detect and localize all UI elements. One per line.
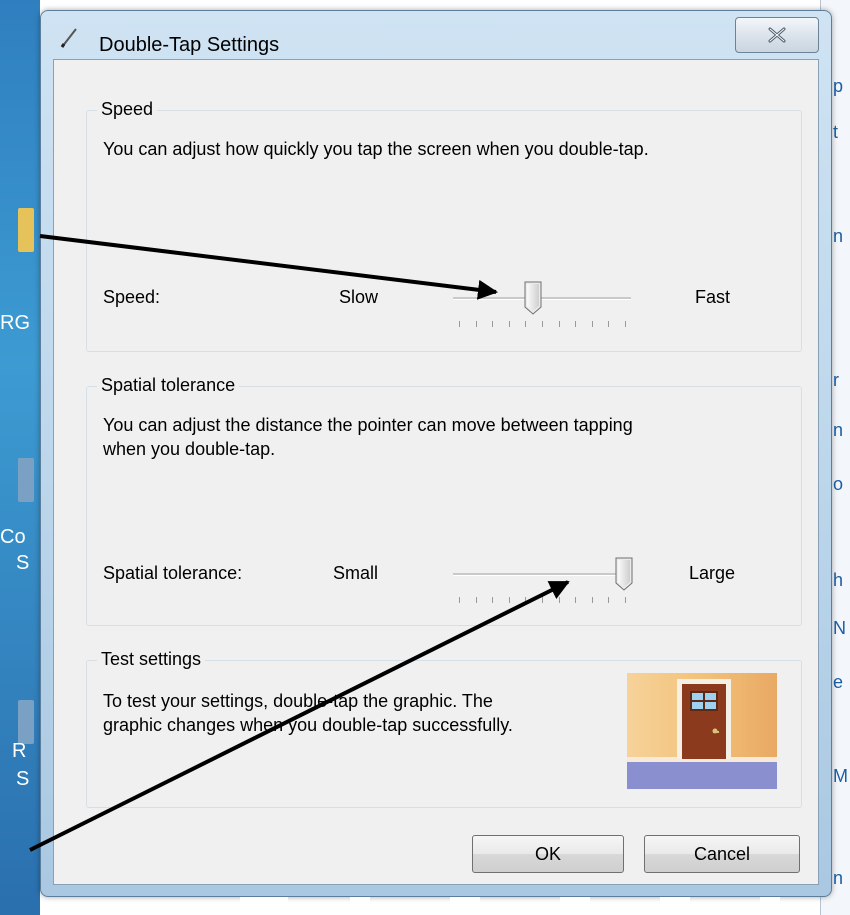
desktop-item-label: S (16, 552, 30, 574)
background-text: p (833, 76, 844, 96)
speed-group: Speed You can adjust how quickly you tap… (86, 99, 802, 352)
test-settings-group-label: Test settings (97, 649, 206, 670)
speed-slider-thumb[interactable] (524, 281, 542, 315)
slider-tick (492, 597, 494, 603)
slider-tick (508, 321, 510, 327)
background-text: n (833, 420, 844, 440)
shortcut-icon (18, 458, 34, 502)
door-test-graphic[interactable] (627, 673, 777, 789)
slider-tick (558, 597, 560, 603)
slider-tick (475, 597, 477, 603)
slider-tick (625, 321, 626, 327)
test-description-line1: To test your settings, double-tap the gr… (103, 691, 493, 711)
slider-tick (508, 597, 510, 603)
tolerance-description-line1: You can adjust the distance the pointer … (103, 415, 633, 435)
slider-tick (575, 321, 577, 327)
slider-tick (459, 597, 460, 603)
slider-tick (608, 597, 610, 603)
taskbar-fragment (450, 897, 480, 915)
desktop-item-label: RG (0, 312, 30, 334)
tolerance-slider-track[interactable] (453, 573, 631, 576)
tolerance-description-line2: when you double-tap. (103, 439, 276, 459)
speed-label: Speed: (103, 287, 161, 307)
dialog-title: Double-Tap Settings (99, 34, 280, 56)
background-text: h (833, 570, 844, 590)
test-description-line2: graphic changes when you double-tap succ… (103, 715, 513, 735)
slider-tick (525, 321, 527, 327)
taskbar-fragment (240, 897, 288, 915)
speed-description: You can adjust how quickly you tap the s… (103, 139, 649, 159)
tolerance-max-label: Large (689, 563, 736, 583)
background-text: e (833, 672, 844, 692)
taskbar-fragment (350, 897, 370, 915)
speed-min-label: Slow (339, 287, 379, 307)
slider-tick (492, 321, 494, 327)
slider-tick (558, 321, 560, 327)
spatial-tolerance-label: Spatial tolerance: (103, 563, 243, 583)
test-settings-group: Test settings To test your settings, dou… (86, 649, 802, 808)
slider-tick (475, 321, 477, 327)
shortcut-icon (18, 700, 34, 744)
slider-tick (575, 597, 577, 603)
tolerance-min-label: Small (333, 563, 379, 583)
taskbar-fragment (560, 897, 590, 915)
speed-slider-ticks (459, 321, 626, 329)
slider-tick (525, 597, 527, 603)
double-tap-settings-dialog: Double-Tap Settings Speed You can adjust… (40, 10, 832, 897)
slider-tick (608, 321, 610, 327)
tolerance-slider-thumb[interactable] (615, 557, 633, 591)
slider-tick (591, 597, 593, 603)
background-text: N (833, 618, 846, 638)
speed-group-label: Speed (97, 99, 158, 120)
tolerance-slider-ticks (459, 597, 626, 605)
background-text: o (833, 474, 844, 494)
slider-tick (542, 321, 543, 327)
desktop-background: RG Co S R S (0, 0, 40, 915)
taskbar-fragment (660, 897, 690, 915)
slider-tick (625, 597, 626, 603)
background-text: t (833, 122, 839, 142)
speed-max-label: Fast (695, 287, 731, 307)
close-button[interactable] (735, 17, 819, 53)
cancel-button[interactable]: Cancel (644, 835, 800, 873)
background-text: M (833, 766, 848, 786)
close-icon (768, 27, 786, 43)
spatial-tolerance-group-label: Spatial tolerance (97, 375, 240, 396)
background-text: n (833, 868, 844, 888)
desktop-item-label: S (16, 768, 30, 790)
background-text: r (833, 370, 839, 390)
dialog-content: Speed You can adjust how quickly you tap… (53, 59, 819, 885)
slider-tick (459, 321, 460, 327)
background-text: n (833, 226, 844, 246)
pen-icon (60, 28, 77, 48)
desktop-item-label: Co (0, 526, 26, 548)
slider-tick (591, 321, 593, 327)
spatial-tolerance-group: Spatial tolerance You can adjust the dis… (86, 375, 802, 626)
slider-tick (542, 597, 543, 603)
ok-button[interactable]: OK (472, 835, 624, 873)
taskbar-fragment (760, 897, 780, 915)
desktop-item-label: R (12, 740, 27, 762)
folder-icon (18, 208, 34, 252)
